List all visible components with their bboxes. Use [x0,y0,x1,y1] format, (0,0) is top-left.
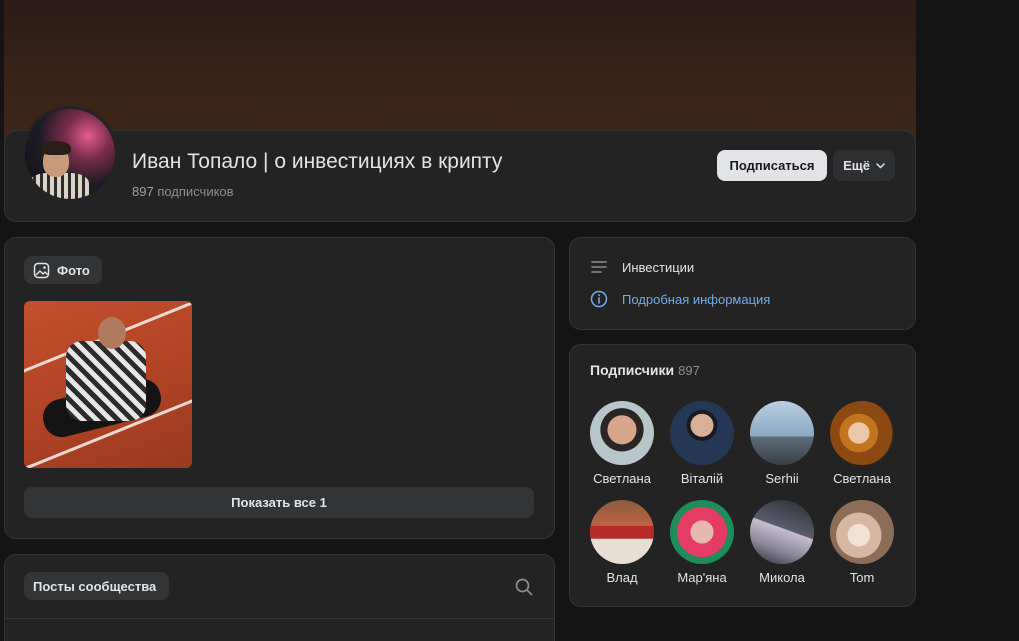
subscriber-count[interactable]: 897 подписчиков [132,184,234,199]
subscriber-name: Микола [759,570,805,585]
more-button-label: Ещё [843,158,870,173]
avatar [750,500,814,564]
subscriber-item[interactable]: Светлана [582,401,662,486]
subscriber-item[interactable]: Микола [742,500,822,585]
avatar [750,401,814,465]
avatar [830,401,894,465]
profile-avatar[interactable] [22,106,118,202]
community-posts-label: Посты сообщества [33,578,157,594]
info-card [569,237,916,330]
subscriber-count-label: подписчиков [157,184,234,199]
avatar [590,500,654,564]
avatar [670,401,734,465]
subscriber-item[interactable]: Мар'яна [662,500,742,585]
page-title: Иван Топало | о инвестициях в крипту [132,150,503,173]
category-label: Инвестиции [622,259,695,275]
cover-image [4,0,916,140]
subscriber-item[interactable]: Влад [582,500,662,585]
subscriber-item[interactable]: Tom [822,500,902,585]
subscriber-item[interactable]: Светлана [822,401,902,486]
image-icon [33,262,50,278]
subscriber-name: Влад [606,570,638,585]
subscribers-title-label: Подписчики [590,362,675,378]
subscriber-item[interactable]: Віталій [662,401,742,486]
subscribers-title[interactable]: Подписчики 897 [590,362,700,378]
subscriber-name: Светлана [833,471,891,486]
avatar [830,500,894,564]
list-icon [591,261,607,273]
photos-tab[interactable]: Фото [24,256,102,284]
subscriber-name: Светлана [593,471,651,486]
avatar [670,500,734,564]
page-gutter [916,0,1019,641]
community-posts-tab[interactable]: Посты сообщества [24,572,169,600]
subscriber-name: Tom [849,570,875,585]
subscriber-count-number: 897 [132,184,154,199]
search-icon[interactable] [514,577,534,597]
category-row: Инвестиции [590,258,694,276]
subscriber-name: Віталій [680,471,724,486]
subscribe-button[interactable]: Подписаться [717,150,827,181]
avatar [590,401,654,465]
subscribers-title-count: 897 [678,363,700,378]
show-all-photos-button[interactable]: Показать все 1 [24,487,534,518]
photos-tab-label: Фото [57,262,90,278]
more-button[interactable]: Ещё [833,150,895,181]
subscriber-name: Serhii [765,471,799,486]
chevron-down-icon [876,162,885,169]
photo-thumbnail[interactable] [24,301,192,468]
details-link-label: Подробная информация [622,291,771,307]
divider [5,618,554,619]
details-link[interactable]: Подробная информация [590,290,770,308]
subscriber-name: Мар'яна [677,570,727,585]
subscriber-item[interactable]: Serhii [742,401,822,486]
info-icon [590,290,608,308]
